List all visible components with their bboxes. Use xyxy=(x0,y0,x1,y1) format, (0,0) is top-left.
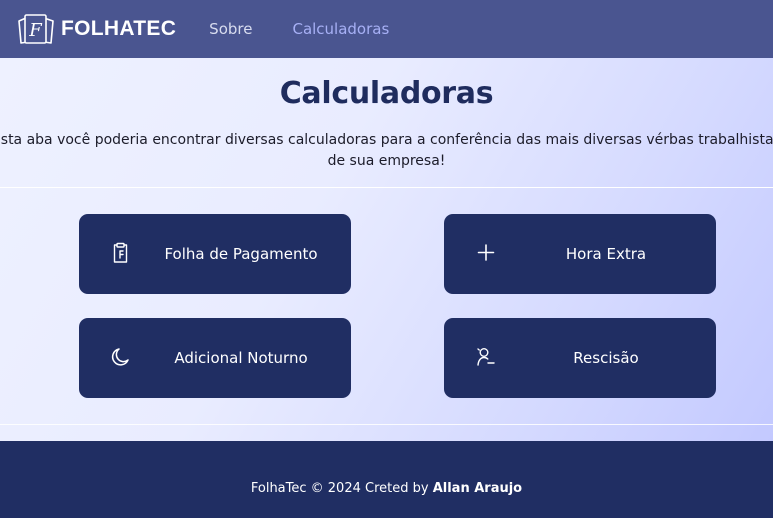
bottom-divider xyxy=(0,424,773,425)
user-minus-icon xyxy=(477,348,495,366)
logo-letter: F xyxy=(28,20,43,41)
intro-line-1: esta aba você poderia encontrar diversas… xyxy=(0,132,773,148)
card-label: Folha de Pagamento xyxy=(164,245,318,263)
card-rescisao[interactable]: Rescisão xyxy=(444,318,716,398)
top-divider xyxy=(0,187,773,188)
intro-line-2: de sua empresa! xyxy=(327,153,446,169)
footer-copyright: FolhaTec © 2024 Creted by xyxy=(250,481,433,496)
nav-link-calculadoras[interactable]: Calculadoras xyxy=(292,20,389,38)
main-content: Calculadoras esta aba você poderia encon… xyxy=(0,58,773,441)
brand-name: FOLHATEC xyxy=(61,17,177,40)
page-title: Calculadoras xyxy=(279,76,494,111)
card-hora-extra[interactable]: Hora Extra xyxy=(444,214,716,294)
card-label: Rescisão xyxy=(573,349,639,367)
moon-icon xyxy=(111,348,129,366)
footer-text: FolhaTec © 2024 Creted by Allan Araujo xyxy=(0,481,773,496)
logo[interactable]: F FOLHATEC xyxy=(16,13,176,45)
nav-link-sobre[interactable]: Sobre xyxy=(209,20,252,38)
footer-author: Allan Araujo xyxy=(432,481,523,496)
card-adicional-noturno[interactable]: Adicional Noturno xyxy=(79,318,351,398)
card-folha-de-pagamento[interactable]: Folha de Pagamento xyxy=(79,214,351,294)
footer: FolhaTec © 2024 Creted by Allan Araujo xyxy=(0,441,773,518)
plus-icon xyxy=(477,244,495,261)
card-label: Hora Extra xyxy=(565,245,647,263)
folha-logo-icon: F xyxy=(18,14,54,44)
clipboard-icon xyxy=(113,242,128,263)
card-label: Adicional Noturno xyxy=(174,349,308,367)
navbar: F FOLHATEC Sobre Calculadoras xyxy=(0,0,773,58)
intro-text: esta aba você poderia encontrar diversas… xyxy=(0,130,773,172)
